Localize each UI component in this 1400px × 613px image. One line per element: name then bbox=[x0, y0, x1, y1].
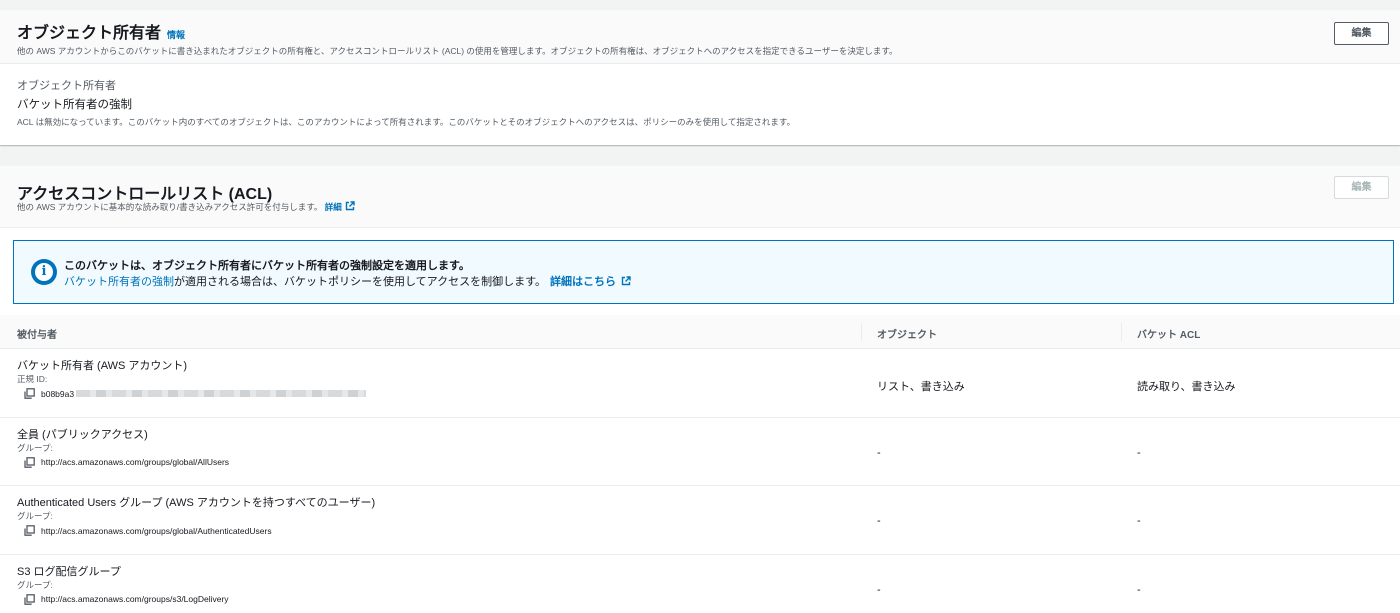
table-row: Authenticated Users グループ (AWS アカウントを持つすべ… bbox=[0, 486, 1400, 555]
grantee-id: http://acs.amazonaws.com/groups/global/A… bbox=[24, 525, 272, 536]
grantee-type-label: グループ: bbox=[17, 511, 53, 521]
grantee-id: b08b9a3 bbox=[24, 388, 367, 399]
copy-icon[interactable] bbox=[24, 593, 35, 605]
learn-more-label: 詳細はこちら bbox=[550, 276, 617, 288]
table-row: 全員 (パブリックアクセス) グループ: http://acs.amazonaw… bbox=[0, 418, 1400, 486]
acl-panel: アクセスコントロールリスト (ACL) 他の AWS アカウントに基本的な読み取… bbox=[0, 166, 1400, 613]
object-ownership-field-label: オブジェクト所有者 bbox=[17, 80, 116, 92]
group-uri-text: http://acs.amazonaws.com/groups/s3/LogDe… bbox=[41, 594, 229, 604]
table-row: バケット所有者 (AWS アカウント) 正規 ID: b08b9a3 リスト、書… bbox=[0, 349, 1400, 418]
copy-icon[interactable] bbox=[24, 525, 35, 536]
object-ownership-title-text: オブジェクト所有者 bbox=[17, 25, 162, 42]
acl-details-link-label: 詳細 bbox=[324, 202, 342, 212]
group-uri-text: http://acs.amazonaws.com/groups/global/A… bbox=[41, 525, 272, 536]
table-header: 被付与者 オブジェクト バケット ACL bbox=[0, 315, 1400, 349]
group-uri-text: http://acs.amazonaws.com/groups/global/A… bbox=[41, 457, 230, 467]
object-ownership-description: 他の AWS アカウントからこのバケットに書き込まれたオブジェクトの所有権と、ア… bbox=[17, 46, 898, 56]
acl-description: 他の AWS アカウントに基本的な読み取り/書き込みアクセス許可を付与します。 … bbox=[17, 201, 355, 213]
bucket-acl-permission: 読み取り、書き込み bbox=[1137, 381, 1236, 393]
grantee-type-label: グループ: bbox=[17, 579, 53, 590]
header-objects: オブジェクト bbox=[877, 330, 937, 341]
learn-more-link[interactable]: 詳細はこちら bbox=[550, 276, 631, 288]
objects-permission: - bbox=[877, 583, 881, 596]
bucket-acl-permission: - bbox=[1137, 583, 1141, 596]
objects-permission: リスト、書き込み bbox=[877, 381, 965, 393]
objects-permission: - bbox=[877, 446, 881, 459]
bucket-acl-permission: - bbox=[1137, 515, 1141, 527]
column-divider bbox=[1121, 323, 1122, 341]
grantee-name: S3 ログ配信グループ bbox=[17, 565, 121, 578]
edit-acl-button[interactable]: 編集 bbox=[1334, 176, 1389, 199]
grantee-name: バケット所有者 (AWS アカウント) bbox=[17, 360, 188, 372]
alert-title: このバケットは、オブジェクト所有者にバケット所有者の強制設定を適用します。 bbox=[64, 260, 470, 272]
acl-details-link[interactable]: 詳細 bbox=[324, 201, 355, 212]
edit-object-ownership-button[interactable]: 編集 bbox=[1334, 22, 1389, 45]
acl-description-text: 他の AWS アカウントに基本的な読み取り/書き込みアクセス許可を付与します。 bbox=[17, 202, 323, 212]
copy-icon[interactable] bbox=[24, 388, 35, 399]
info-alert: i このバケットは、オブジェクト所有者にバケット所有者の強制設定を適用します。 … bbox=[13, 240, 1394, 304]
objects-permission: - bbox=[877, 515, 881, 527]
acl-header: アクセスコントロールリスト (ACL) 他の AWS アカウントに基本的な読み取… bbox=[0, 166, 1400, 228]
object-ownership-header: オブジェクト所有者 情報 他の AWS アカウントからこのバケットに書き込まれたオ… bbox=[0, 10, 1400, 64]
object-ownership-panel: オブジェクト所有者 情報 他の AWS アカウントからこのバケットに書き込まれたオ… bbox=[0, 10, 1400, 145]
info-glyph: i bbox=[35, 263, 53, 281]
info-link[interactable]: 情報 bbox=[167, 30, 185, 40]
grantee-id: http://acs.amazonaws.com/groups/global/A… bbox=[24, 456, 230, 468]
grantee-type-label: グループ: bbox=[17, 442, 53, 453]
table-row: S3 ログ配信グループ グループ: http://acs.amazonaws.c… bbox=[0, 555, 1400, 613]
bucket-owner-enforced-link[interactable]: バケット所有者の強制 bbox=[64, 276, 174, 288]
canonical-id-text: b08b9a3 bbox=[41, 388, 75, 399]
grantee-id: http://acs.amazonaws.com/groups/s3/LogDe… bbox=[24, 593, 229, 605]
object-ownership-field-value: バケット所有者の強制 bbox=[17, 99, 132, 111]
object-ownership-field-desc: ACL は無効になっています。このバケット内のすべてのオブジェクトは、このアカウ… bbox=[17, 117, 796, 127]
copy-icon[interactable] bbox=[24, 456, 35, 468]
external-link-icon bbox=[621, 276, 631, 286]
column-divider bbox=[861, 323, 862, 341]
alert-text: バケット所有者の強制が適用される場合は、バケットポリシーを使用してアクセスを制御… bbox=[64, 273, 631, 289]
object-ownership-title: オブジェクト所有者 情報 bbox=[17, 19, 185, 43]
external-link-icon bbox=[345, 201, 355, 211]
header-grantee: 被付与者 bbox=[17, 330, 57, 341]
grantee-type-label: 正規 ID: bbox=[17, 374, 48, 384]
grantee-name: Authenticated Users グループ (AWS アカウントを持つすべ… bbox=[17, 497, 376, 509]
redacted-id-blur bbox=[76, 390, 367, 397]
alert-text-body: が適用される場合は、バケットポリシーを使用してアクセスを制御します。 bbox=[174, 276, 547, 288]
acl-table: 被付与者 オブジェクト バケット ACL バケット所有者 (AWS アカウント)… bbox=[0, 315, 1400, 613]
bucket-acl-permission: - bbox=[1137, 446, 1141, 459]
grantee-name: 全員 (パブリックアクセス) bbox=[17, 428, 148, 441]
info-circle-icon: i bbox=[31, 259, 57, 285]
header-bucket-acl: バケット ACL bbox=[1137, 330, 1201, 341]
